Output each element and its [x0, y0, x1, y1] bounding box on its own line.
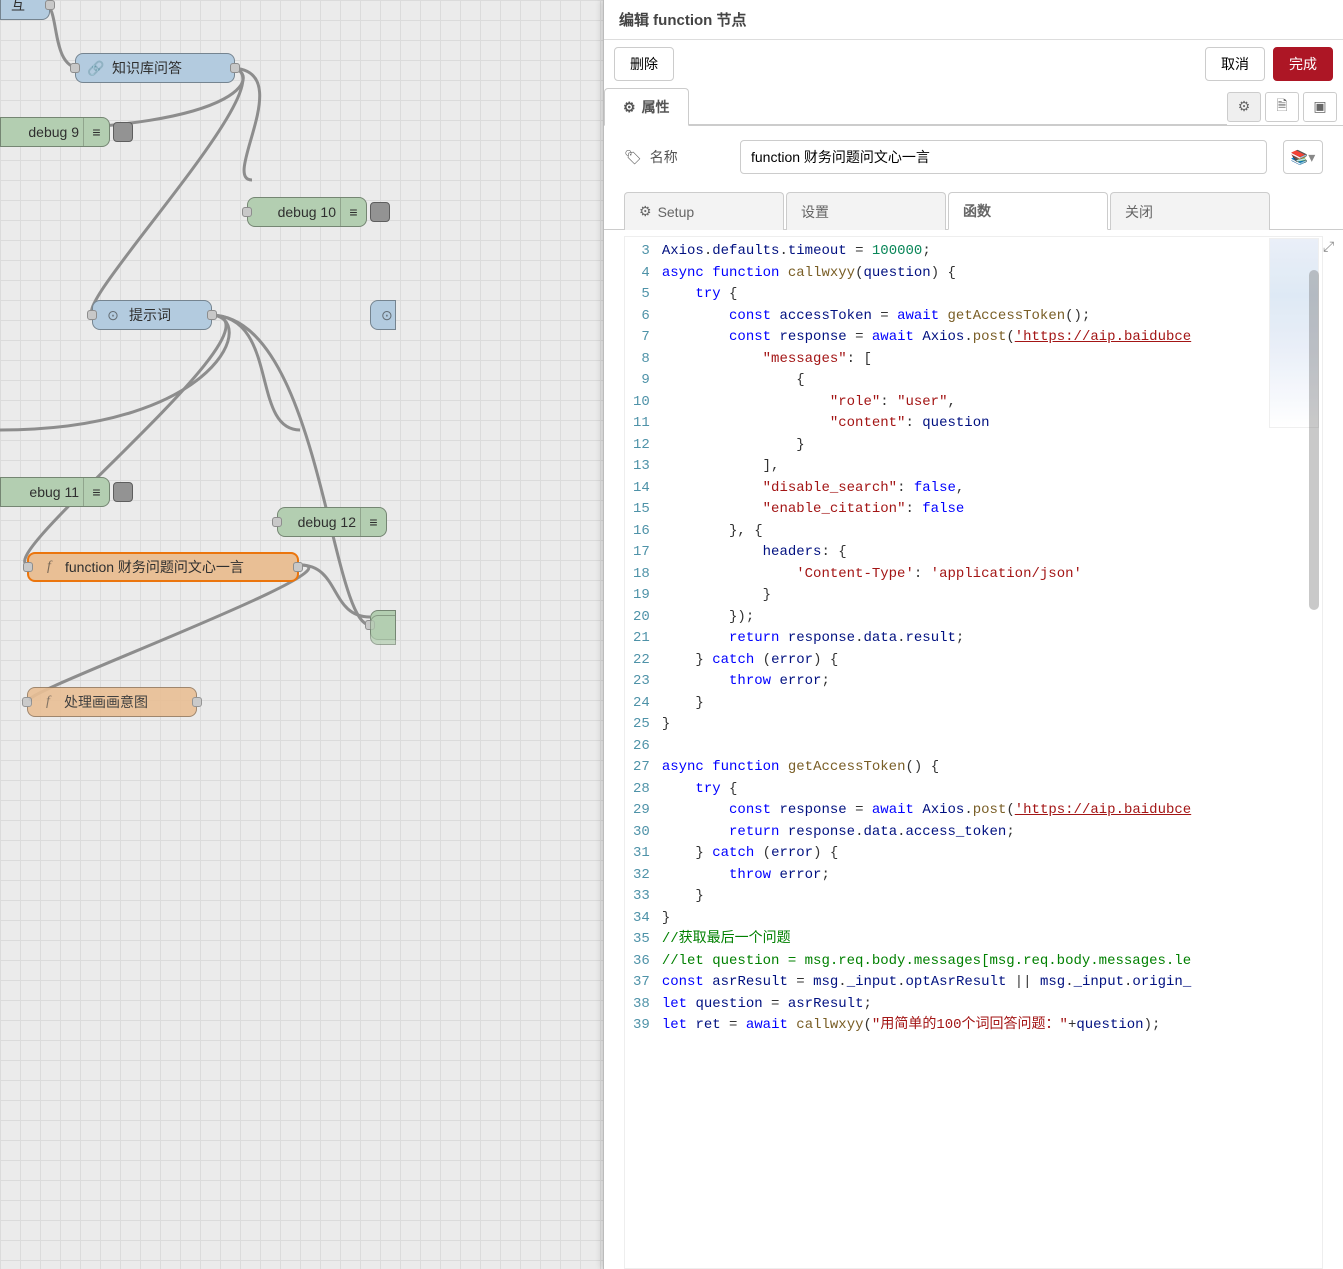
node-function-finance[interactable]: f function 财务问题问文心一言 — [27, 552, 299, 582]
delete-button[interactable]: 删除 — [614, 47, 674, 81]
node-label: 互 — [11, 0, 25, 15]
name-label: 🏷 名称 — [624, 147, 724, 167]
panel-tabs: ⚙ 属性 ⚙ 🗎 ▣ — [604, 88, 1343, 126]
node-prompt[interactable]: ⊙ 提示词 — [92, 300, 212, 330]
node-partial-top[interactable]: 互 — [0, 0, 50, 20]
code-content[interactable]: Axios.defaults.timeout = 100000;async fu… — [662, 237, 1322, 1268]
port[interactable] — [272, 517, 282, 527]
debug-toggle[interactable] — [113, 482, 133, 502]
tab-close[interactable]: 关闭 — [1110, 192, 1270, 230]
code-editor[interactable]: 3456789101112131415161718192021222324252… — [624, 236, 1323, 1269]
port[interactable] — [293, 562, 303, 572]
node-partial-green2[interactable] — [370, 615, 396, 645]
cancel-button[interactable]: 取消 — [1205, 47, 1265, 81]
port[interactable] — [87, 310, 97, 320]
debug-toggle[interactable] — [370, 202, 390, 222]
tab-function[interactable]: 函数 — [948, 192, 1108, 230]
expand-icon[interactable]: ⤢ — [1323, 238, 1339, 254]
gear-icon: ⚙ — [623, 99, 636, 116]
port[interactable] — [70, 63, 80, 73]
tab-setup[interactable]: ⚙ Setup — [624, 192, 784, 230]
port[interactable] — [45, 0, 55, 10]
tab-properties[interactable]: ⚙ 属性 — [604, 88, 689, 126]
tag-icon: ⊙ — [103, 305, 123, 325]
node-label: debug 9 — [28, 124, 79, 140]
layout-icon-button[interactable]: ▣ — [1303, 92, 1337, 122]
node-debug-10[interactable]: debug 10 ≡ — [247, 197, 367, 227]
node-label: debug 10 — [278, 204, 336, 220]
gear-icon: ⚙ — [639, 203, 652, 220]
node-label: debug 12 — [298, 514, 356, 530]
line-gutter: 3456789101112131415161718192021222324252… — [625, 237, 662, 1268]
debug-icon: ≡ — [83, 478, 109, 506]
scrollbar[interactable] — [1307, 240, 1321, 1259]
doc-icon-button[interactable]: 🗎 — [1265, 92, 1299, 122]
port[interactable] — [230, 63, 240, 73]
edit-panel: 编辑 function 节点 删除 取消 完成 ⚙ 属性 ⚙ 🗎 ▣ 🏷 名称 … — [603, 0, 1343, 1269]
node-knowledge-qa[interactable]: 🔗 知识库问答 — [75, 53, 235, 83]
tab-settings[interactable]: 设置 — [786, 192, 946, 230]
debug-icon: ≡ — [83, 118, 109, 146]
node-label: 知识库问答 — [112, 58, 182, 78]
tag-icon: 🏷 — [624, 149, 642, 166]
name-input[interactable] — [740, 140, 1267, 174]
node-process-draw[interactable]: f 处理画画意图 — [27, 687, 197, 717]
panel-toolbar: 删除 取消 完成 — [604, 40, 1343, 88]
node-label: function 财务问题问文心一言 — [65, 557, 244, 577]
node-label: ebug 11 — [29, 484, 79, 500]
function-icon: f — [39, 557, 59, 577]
tab-label: 属性 — [642, 97, 670, 117]
panel-title: 编辑 function 节点 — [604, 0, 1343, 40]
debug-toggle[interactable] — [113, 122, 133, 142]
node-debug-12[interactable]: debug 12 ≡ — [277, 507, 387, 537]
name-row: 🏷 名称 📚▾ — [604, 126, 1343, 188]
node-partial-right[interactable]: ⊙ — [370, 300, 396, 330]
port[interactable] — [242, 207, 252, 217]
library-button[interactable]: 📚▾ — [1283, 140, 1323, 174]
node-debug-11[interactable]: ebug 11 ≡ — [0, 477, 110, 507]
code-editor-wrap: 3456789101112131415161718192021222324252… — [604, 230, 1343, 1269]
port[interactable] — [207, 310, 217, 320]
sub-tabs: ⚙ Setup 设置 函数 关闭 — [604, 192, 1343, 230]
port[interactable] — [192, 697, 202, 707]
node-debug-9[interactable]: debug 9 ≡ — [0, 117, 110, 147]
port[interactable] — [22, 697, 32, 707]
port[interactable] — [23, 562, 33, 572]
tag-icon: ⊙ — [381, 305, 393, 325]
scrollbar-thumb[interactable] — [1309, 270, 1319, 610]
function-icon: f — [38, 692, 58, 712]
node-label: 提示词 — [129, 305, 171, 325]
settings-icon-button[interactable]: ⚙ — [1227, 92, 1261, 122]
link-icon: 🔗 — [86, 58, 106, 78]
debug-icon: ≡ — [340, 198, 366, 226]
done-button[interactable]: 完成 — [1273, 47, 1333, 81]
debug-icon: ≡ — [360, 508, 386, 536]
node-label: 处理画画意图 — [64, 692, 148, 712]
